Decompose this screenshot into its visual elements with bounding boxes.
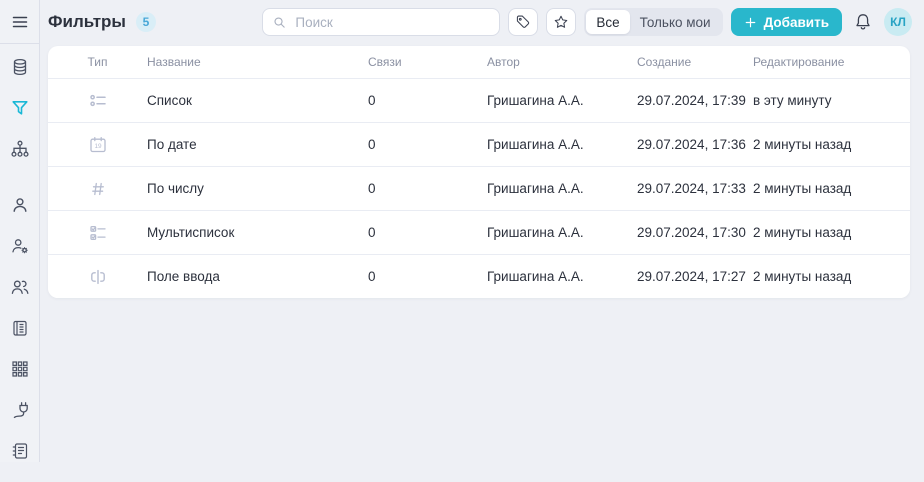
cell-links: 0 bbox=[368, 269, 376, 284]
filters-table: Тип Название Связи Автор Создание Редакт… bbox=[48, 46, 910, 298]
column-header-type: Тип bbox=[87, 55, 108, 69]
sidebar-item-book[interactable] bbox=[10, 318, 30, 338]
cell-name: Мультисписок bbox=[147, 225, 235, 240]
tag-icon bbox=[515, 14, 531, 30]
database-icon bbox=[10, 57, 30, 77]
main-content: Фильтры 5 Все Только мои Добавить КЛ Тип bbox=[40, 0, 924, 462]
plug-icon bbox=[10, 400, 30, 420]
tags-button[interactable] bbox=[508, 8, 539, 36]
add-button[interactable]: Добавить bbox=[730, 8, 842, 36]
sidebar-item-integrations[interactable] bbox=[10, 400, 30, 420]
cell-created: 29.07.2024, 17:33 bbox=[637, 181, 746, 196]
sidebar-item-user-settings[interactable] bbox=[10, 236, 30, 256]
cell-created: 29.07.2024, 17:39 bbox=[637, 93, 746, 108]
number-type-icon bbox=[48, 179, 147, 199]
journal-icon bbox=[10, 441, 30, 461]
cell-name: По числу bbox=[147, 181, 204, 196]
add-button-label: Добавить bbox=[763, 14, 829, 30]
notifications-button[interactable] bbox=[853, 12, 873, 32]
plus-icon bbox=[744, 16, 757, 29]
count-badge: 5 bbox=[135, 12, 156, 32]
cell-created: 29.07.2024, 17:36 bbox=[637, 137, 746, 152]
sidebar bbox=[0, 0, 40, 462]
cell-links: 0 bbox=[368, 137, 376, 152]
sidebar-item-database[interactable] bbox=[10, 57, 30, 77]
cell-edited: в эту минуту bbox=[753, 93, 832, 108]
cell-author: Гришагина А.А. bbox=[487, 269, 584, 284]
calendar-type-icon bbox=[48, 135, 147, 155]
menu-icon[interactable] bbox=[10, 12, 30, 32]
table-header: Тип Название Связи Автор Создание Редакт… bbox=[48, 46, 910, 78]
sidebar-header bbox=[0, 0, 39, 44]
search-box bbox=[262, 8, 501, 36]
cell-created: 29.07.2024, 17:30 bbox=[637, 225, 746, 240]
star-icon bbox=[553, 14, 569, 30]
favorites-button[interactable] bbox=[546, 8, 577, 36]
cell-author: Гришагина А.А. bbox=[487, 181, 584, 196]
book-icon bbox=[10, 318, 30, 338]
cell-links: 0 bbox=[368, 93, 376, 108]
sidebar-item-filters[interactable] bbox=[10, 98, 30, 118]
input-type-icon bbox=[48, 267, 147, 287]
table-body: Список 0 Гришагина А.А. 29.07.2024, 17:3… bbox=[48, 78, 910, 298]
search-input[interactable] bbox=[293, 13, 491, 31]
cell-name: Список bbox=[147, 93, 192, 108]
page-title: Фильтры bbox=[48, 12, 126, 31]
cell-links: 0 bbox=[368, 181, 376, 196]
filter-icon bbox=[10, 98, 30, 118]
bell-icon bbox=[853, 12, 873, 32]
table-row[interactable]: По дате 0 Гришагина А.А. 29.07.2024, 17:… bbox=[48, 122, 910, 166]
table-row[interactable]: Мультисписок 0 Гришагина А.А. 29.07.2024… bbox=[48, 210, 910, 254]
sidebar-item-user[interactable] bbox=[10, 195, 30, 215]
column-header-author: Автор bbox=[487, 55, 520, 69]
app-window: Фильтры 5 Все Только мои Добавить КЛ Тип bbox=[0, 0, 924, 462]
cell-name: Поле ввода bbox=[147, 269, 220, 284]
user-icon bbox=[10, 195, 30, 215]
toggle-only-mine[interactable]: Только мои bbox=[630, 10, 721, 34]
column-header-links: Связи bbox=[368, 55, 402, 69]
cell-created: 29.07.2024, 17:27 bbox=[637, 269, 746, 284]
sidebar-item-journal[interactable] bbox=[10, 441, 30, 461]
sidebar-item-apps[interactable] bbox=[10, 359, 30, 379]
column-header-edited: Редактирование bbox=[753, 55, 845, 69]
ownership-toggle: Все Только мои bbox=[584, 8, 723, 36]
multilist-type-icon bbox=[48, 223, 147, 243]
cell-author: Гришагина А.А. bbox=[487, 137, 584, 152]
table-row[interactable]: По числу 0 Гришагина А.А. 29.07.2024, 17… bbox=[48, 166, 910, 210]
cell-links: 0 bbox=[368, 225, 376, 240]
table-row[interactable]: Поле ввода 0 Гришагина А.А. 29.07.2024, … bbox=[48, 254, 910, 298]
sidebar-item-users[interactable] bbox=[10, 277, 30, 297]
users-icon bbox=[10, 277, 30, 297]
toggle-all[interactable]: Все bbox=[586, 10, 630, 34]
cell-author: Гришагина А.А. bbox=[487, 225, 584, 240]
hierarchy-icon bbox=[10, 139, 30, 159]
list-type-icon bbox=[48, 91, 147, 111]
sidebar-item-hierarchy[interactable] bbox=[10, 139, 30, 159]
apps-grid-icon bbox=[10, 359, 30, 379]
cell-edited: 2 минуты назад bbox=[753, 137, 852, 152]
cell-edited: 2 минуты назад bbox=[753, 225, 852, 240]
search-icon bbox=[272, 15, 287, 30]
cell-edited: 2 минуты назад bbox=[753, 269, 852, 284]
sidebar-nav bbox=[10, 44, 30, 482]
avatar[interactable]: КЛ bbox=[884, 8, 912, 36]
cell-author: Гришагина А.А. bbox=[487, 93, 584, 108]
table-row[interactable]: Список 0 Гришагина А.А. 29.07.2024, 17:3… bbox=[48, 78, 910, 122]
cell-name: По дате bbox=[147, 137, 197, 152]
topbar: Фильтры 5 Все Только мои Добавить КЛ bbox=[40, 0, 924, 44]
cell-edited: 2 минуты назад bbox=[753, 181, 852, 196]
column-header-name: Название bbox=[147, 55, 201, 69]
column-header-created: Создание bbox=[637, 55, 692, 69]
user-settings-icon bbox=[10, 236, 30, 256]
